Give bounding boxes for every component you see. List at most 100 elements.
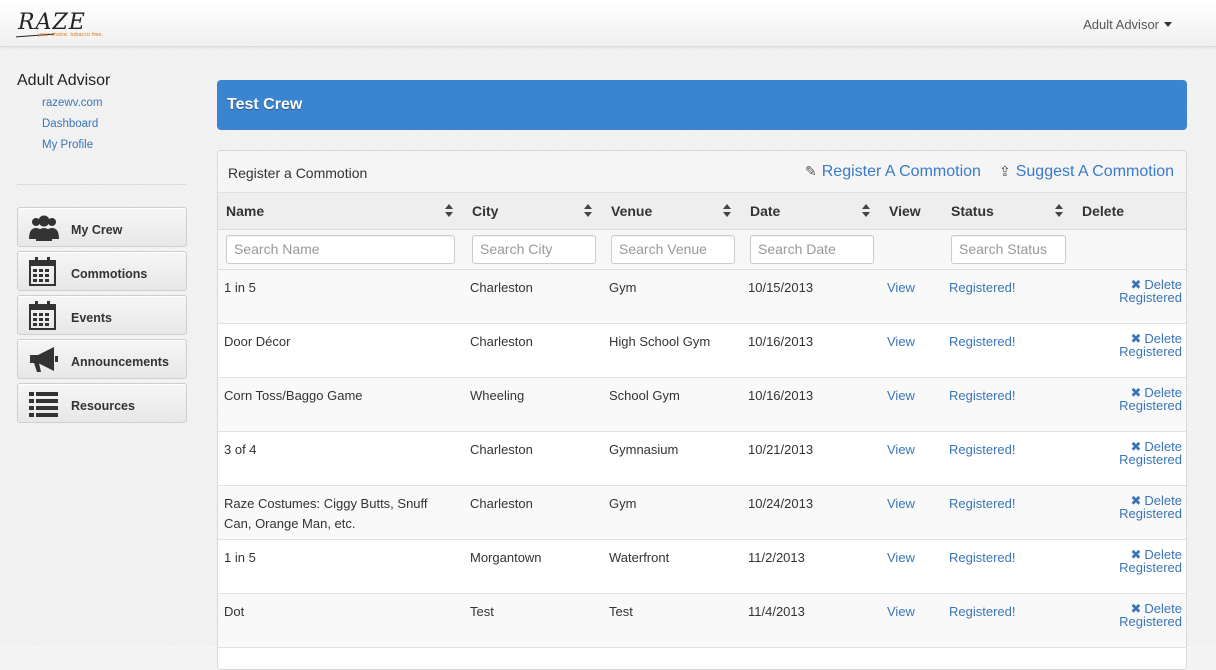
filter-cell bbox=[464, 229, 603, 270]
sidebar-item-events[interactable]: Events bbox=[17, 295, 187, 335]
sidebar-links: razewv.com Dashboard My Profile bbox=[42, 96, 103, 159]
delete-sub-label: Registered bbox=[1119, 613, 1182, 629]
view-link[interactable]: View bbox=[887, 388, 915, 403]
status-link[interactable]: Registered! bbox=[949, 604, 1015, 619]
caret-down-icon bbox=[1164, 22, 1172, 27]
cell-date: 10/16/2013 bbox=[742, 323, 881, 378]
column-header-venue[interactable]: Venue bbox=[603, 193, 742, 230]
column-header-label: Name bbox=[226, 202, 265, 219]
panel-header: Register a Commotion ✎ Register A Commoti… bbox=[218, 151, 1186, 193]
cell-view: View bbox=[881, 539, 943, 594]
sidebar-link-razewv[interactable]: razewv.com bbox=[42, 96, 103, 117]
delete-registered-link[interactable]: ✖ Delete Registered bbox=[1119, 547, 1182, 575]
view-link[interactable]: View bbox=[887, 604, 915, 619]
delete-registered-link[interactable]: ✖ Delete Registered bbox=[1119, 493, 1182, 521]
column-header-label: Venue bbox=[611, 202, 653, 219]
column-header-name[interactable]: Name bbox=[218, 193, 464, 230]
table-row: Dot Test Test 11/4/2013 View Registered!… bbox=[218, 593, 1186, 648]
group-icon bbox=[28, 213, 60, 243]
delete-registered-link[interactable]: ✖ Delete Registered bbox=[1119, 277, 1182, 305]
cell-view: View bbox=[881, 485, 943, 540]
delete-sub-label: Registered bbox=[1119, 343, 1182, 359]
table-row: 1 in 5 Charleston Gym 10/15/2013 View Re… bbox=[218, 269, 1186, 324]
commotions-panel: Register a Commotion ✎ Register A Commoti… bbox=[217, 150, 1187, 670]
delete-sub-label: Registered bbox=[1119, 397, 1182, 413]
view-link[interactable]: View bbox=[887, 334, 915, 349]
pencil-icon: ✎ bbox=[805, 163, 817, 179]
cell-venue: Waterfront bbox=[603, 539, 742, 594]
cell-name: Dot bbox=[218, 593, 464, 648]
sidebar-nav: My Crew Commotions Events Announcements … bbox=[17, 207, 187, 427]
view-link[interactable]: View bbox=[887, 496, 915, 511]
cell-status: Registered! bbox=[943, 377, 1074, 432]
cell-delete: ✖ Delete Registered bbox=[1074, 269, 1186, 324]
crew-banner: Test Crew bbox=[217, 80, 1187, 130]
cell-city: Morgantown bbox=[464, 539, 603, 594]
cell-status: Registered! bbox=[943, 431, 1074, 486]
search-status-input[interactable] bbox=[951, 234, 1066, 264]
sidebar-item-announcements[interactable]: Announcements bbox=[17, 339, 187, 379]
delete-registered-link[interactable]: ✖ Delete Registered bbox=[1119, 601, 1182, 629]
view-link[interactable]: View bbox=[887, 442, 915, 457]
cell-name: 1 in 5 bbox=[218, 539, 464, 594]
cell-delete: ✖ Delete Registered bbox=[1074, 323, 1186, 378]
status-link[interactable]: Registered! bbox=[949, 550, 1015, 565]
view-link[interactable]: View bbox=[887, 550, 915, 565]
table-row: Raze Costumes: Ciggy Butts, Snuff Can, O… bbox=[218, 485, 1186, 540]
cell-name: Corn Toss/Baggo Game bbox=[218, 377, 464, 432]
delete-registered-link[interactable]: ✖ Delete Registered bbox=[1119, 439, 1182, 467]
cell-city: Charleston bbox=[464, 431, 603, 486]
column-header-date[interactable]: Date bbox=[742, 193, 881, 230]
column-header-label: City bbox=[472, 202, 499, 219]
filter-cell bbox=[218, 229, 464, 270]
calendar-icon bbox=[28, 257, 60, 287]
sort-icon bbox=[862, 204, 871, 218]
column-header-city[interactable]: City bbox=[464, 193, 603, 230]
cell-view: View bbox=[881, 593, 943, 648]
status-link[interactable]: Registered! bbox=[949, 496, 1015, 511]
cell-delete: ✖ Delete Registered bbox=[1074, 431, 1186, 486]
sidebar-link-my-profile[interactable]: My Profile bbox=[42, 138, 103, 159]
table-row: Corn Toss/Baggo Game Wheeling School Gym… bbox=[218, 377, 1186, 432]
search-name-input[interactable] bbox=[226, 234, 455, 264]
filter-cell bbox=[881, 229, 943, 270]
table-row: 1 in 5 Morgantown Waterfront 11/2/2013 V… bbox=[218, 539, 1186, 594]
search-date-input[interactable] bbox=[750, 234, 874, 264]
delete-registered-link[interactable]: ✖ Delete Registered bbox=[1119, 331, 1182, 359]
sidebar-item-commotions[interactable]: Commotions bbox=[17, 251, 187, 291]
status-link[interactable]: Registered! bbox=[949, 388, 1015, 403]
top-navbar: RAZE your choice. tobacco free. Adult Ad… bbox=[0, 0, 1216, 47]
search-city-input[interactable] bbox=[472, 234, 596, 264]
search-venue-input[interactable] bbox=[611, 234, 735, 264]
sidebar-item-resources[interactable]: Resources bbox=[17, 383, 187, 423]
status-link[interactable]: Registered! bbox=[949, 334, 1015, 349]
cell-city: Charleston bbox=[464, 485, 603, 540]
sidebar-divider bbox=[17, 184, 187, 185]
sidebar-item-label: My Crew bbox=[71, 223, 123, 237]
raze-logo[interactable]: RAZE your choice. tobacco free. bbox=[16, 8, 106, 40]
register-commotion-link[interactable]: ✎ Register A Commotion bbox=[805, 163, 981, 181]
filter-cell bbox=[742, 229, 881, 270]
cell-delete: ✖ Delete Registered bbox=[1074, 593, 1186, 648]
cell-date: 11/4/2013 bbox=[742, 593, 881, 648]
cell-view: View bbox=[881, 269, 943, 324]
cell-venue: School Gym bbox=[603, 377, 742, 432]
sort-icon bbox=[445, 204, 454, 218]
cell-status: Registered! bbox=[943, 269, 1074, 324]
suggest-commotion-label: Suggest A Commotion bbox=[1015, 163, 1175, 180]
commotions-table: Name City Venue Date View Status Delete … bbox=[218, 193, 1186, 648]
column-header-status[interactable]: Status bbox=[943, 193, 1074, 230]
status-link[interactable]: Registered! bbox=[949, 442, 1015, 457]
user-menu-dropdown[interactable]: Adult Advisor bbox=[1083, 17, 1172, 32]
delete-registered-link[interactable]: ✖ Delete Registered bbox=[1119, 385, 1182, 413]
status-link[interactable]: Registered! bbox=[949, 280, 1015, 295]
sidebar-link-dashboard[interactable]: Dashboard bbox=[42, 117, 103, 138]
suggest-commotion-link[interactable]: ⇪ Suggest A Commotion bbox=[999, 163, 1174, 181]
cell-name: Door Décor bbox=[218, 323, 464, 378]
sidebar-title: Adult Advisor bbox=[17, 72, 111, 89]
register-commotion-label: Register A Commotion bbox=[821, 163, 981, 180]
view-link[interactable]: View bbox=[887, 280, 915, 295]
sidebar-item-my-crew[interactable]: My Crew bbox=[17, 207, 187, 247]
cell-city: Charleston bbox=[464, 269, 603, 324]
user-menu-label: Adult Advisor bbox=[1083, 17, 1159, 32]
